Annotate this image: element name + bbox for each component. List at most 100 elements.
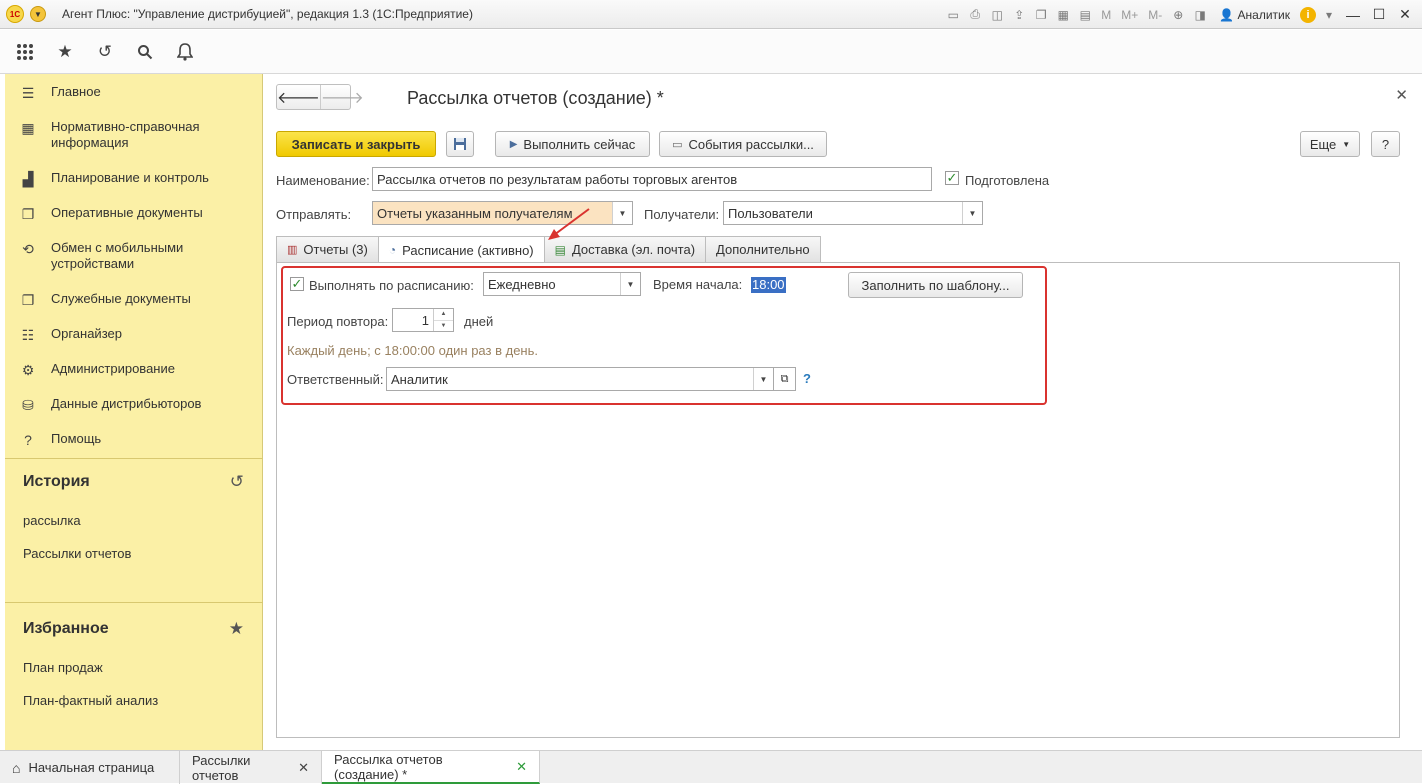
- run-now-label: Выполнить сейчас: [523, 136, 636, 152]
- start-time-label: Время начала:: [653, 277, 743, 292]
- prepared-checkbox[interactable]: ✓: [945, 171, 959, 185]
- mailing-events-button[interactable]: ▭ События рассылки...: [659, 131, 827, 157]
- close-icon[interactable]: ✕: [298, 760, 309, 776]
- history-link[interactable]: Рассылки отчетов: [23, 546, 131, 561]
- close-icon[interactable]: ✕: [1395, 86, 1408, 104]
- sidebar-item-label: Помощь: [51, 431, 102, 446]
- run-now-button[interactable]: ▶ Выполнить сейчас: [495, 131, 650, 157]
- memory-plus-button[interactable]: M+: [1118, 8, 1141, 22]
- sidebar-item-label: Органайзер: [51, 326, 122, 341]
- apps-grid-icon[interactable]: [14, 41, 36, 63]
- sidebar-item-planning[interactable]: ▟ Планирование и контроль: [5, 170, 263, 188]
- save-icon[interactable]: ▭: [944, 6, 962, 24]
- annotation-arrow-icon: [548, 208, 590, 240]
- chevron-down-icon: ▼: [1342, 139, 1351, 149]
- events-icon: ▭: [672, 138, 683, 151]
- user-name[interactable]: 👤 Аналитик: [1213, 8, 1296, 22]
- memory-button[interactable]: M: [1098, 8, 1114, 22]
- sidebar: ☰ Главное ▦ Нормативно-справочная информ…: [5, 74, 263, 750]
- sidebar-item-service-docs[interactable]: ❐ Служебные документы: [5, 291, 263, 309]
- tab-report-mailings[interactable]: Рассылки отчетов ✕: [180, 751, 322, 784]
- upload-icon[interactable]: ⇪: [1010, 6, 1028, 24]
- chevron-down-icon[interactable]: ▾: [1320, 6, 1338, 24]
- close-icon[interactable]: ✕: [516, 759, 527, 775]
- favorite-link[interactable]: План-фактный анализ: [23, 693, 158, 708]
- memory-minus-button[interactable]: M-: [1145, 8, 1165, 22]
- maximize-button[interactable]: ☐: [1368, 5, 1390, 25]
- close-window-button[interactable]: ✕: [1394, 5, 1416, 25]
- info-icon[interactable]: i: [1300, 6, 1316, 23]
- open-icon: ⧉: [780, 372, 789, 385]
- frequency-value: Ежедневно: [488, 276, 556, 292]
- sidebar-item-label: Оперативные документы: [51, 205, 203, 220]
- preview-icon[interactable]: ◫: [988, 6, 1006, 24]
- play-icon: ▶: [509, 138, 518, 150]
- chevron-down-icon[interactable]: ▼: [612, 202, 632, 224]
- window-title: Агент Плюс: "Управление дистрибуцией", р…: [62, 7, 473, 21]
- sidebar-item-administration[interactable]: ⚙ Администрирование: [5, 361, 263, 379]
- save-and-close-button[interactable]: Записать и закрыть: [276, 131, 436, 157]
- history-icon[interactable]: ↺: [230, 472, 244, 492]
- tab-schedule[interactable]: ◔ Расписание (активно): [377, 236, 545, 263]
- period-value: 1: [421, 312, 429, 328]
- sidebar-item-reference[interactable]: ▦ Нормативно-справочная информация: [5, 119, 263, 151]
- sidebar-item-operational-docs[interactable]: ❐ Оперативные документы: [5, 205, 263, 223]
- help-button[interactable]: ?: [1371, 131, 1400, 157]
- tab-reports[interactable]: ▥ Отчеты (3): [276, 236, 379, 262]
- history-link[interactable]: рассылка: [23, 513, 81, 528]
- frequency-select[interactable]: Ежедневно ▼: [483, 272, 641, 296]
- sidebar-item-label: Данные дистрибьюторов: [51, 396, 202, 411]
- organizer-icon: ☷: [21, 327, 35, 343]
- sidebar-item-label: Главное: [51, 84, 101, 99]
- recipients-select[interactable]: Пользователи ▼: [723, 201, 983, 225]
- star-icon[interactable]: ★: [54, 41, 76, 63]
- chevron-down-icon[interactable]: ▼: [753, 368, 773, 390]
- chevron-down-icon[interactable]: ▼: [962, 202, 982, 224]
- star-icon[interactable]: ★: [229, 619, 244, 639]
- chevron-down-icon[interactable]: ▼: [434, 321, 453, 332]
- print-icon[interactable]: ⎙: [966, 6, 984, 24]
- more-button[interactable]: Еще ▼: [1300, 131, 1360, 157]
- copy-icon[interactable]: ❐: [1032, 6, 1050, 24]
- calendar-icon[interactable]: ▤: [1076, 6, 1094, 24]
- period-unit: дней: [464, 314, 494, 329]
- sidebar-item-distributor-data[interactable]: ⛁ Данные дистрибьюторов: [5, 396, 263, 414]
- responsible-value: Аналитик: [391, 371, 448, 387]
- search-icon[interactable]: [134, 41, 156, 63]
- tab-label: Начальная страница: [28, 760, 155, 775]
- spinner[interactable]: ▲ ▼: [433, 309, 453, 331]
- tab-additional[interactable]: Дополнительно: [705, 236, 821, 262]
- fill-by-template-button[interactable]: Заполнить по шаблону...: [848, 272, 1023, 298]
- panels-icon[interactable]: ◨: [1191, 6, 1209, 24]
- chevron-down-icon[interactable]: ▼: [620, 273, 640, 295]
- minimize-button[interactable]: —: [1342, 5, 1364, 25]
- calculator-icon[interactable]: ▦: [1054, 6, 1072, 24]
- tab-mailing-create[interactable]: Рассылка отчетов (создание) * ✕: [322, 751, 540, 784]
- start-time-field[interactable]: 18:00: [751, 277, 786, 293]
- responsible-help-icon[interactable]: ?: [803, 371, 811, 386]
- sidebar-item-main[interactable]: ☰ Главное: [5, 84, 263, 102]
- sidebar-item-label: Администрирование: [51, 361, 175, 376]
- open-responsible-button[interactable]: ⧉: [773, 367, 796, 391]
- responsible-select[interactable]: Аналитик ▼: [386, 367, 774, 391]
- zoom-icon[interactable]: ⊕: [1169, 6, 1187, 24]
- sidebar-item-help[interactable]: ? Помощь: [5, 431, 263, 448]
- period-stepper[interactable]: 1 ▲ ▼: [392, 308, 454, 332]
- save-button[interactable]: [446, 131, 474, 157]
- name-label: Наименование:: [276, 173, 370, 188]
- sidebar-item-organizer[interactable]: ☷ Органайзер: [5, 326, 263, 344]
- chevron-up-icon[interactable]: ▲: [434, 309, 453, 321]
- name-field[interactable]: Рассылка отчетов по результатам работы т…: [372, 167, 932, 191]
- open-windows-bar: ⌂ Начальная страница Рассылки отчетов ✕ …: [0, 750, 1422, 784]
- forward-arrow-icon[interactable]: 🡒: [321, 85, 364, 109]
- main-menu-icon[interactable]: ▼: [30, 6, 46, 22]
- run-on-schedule-checkbox[interactable]: ✓: [290, 277, 304, 291]
- back-arrow-icon[interactable]: 🡐: [277, 85, 321, 109]
- favorite-link[interactable]: План продаж: [23, 660, 103, 675]
- bell-icon[interactable]: [174, 41, 196, 63]
- tab-home-page[interactable]: ⌂ Начальная страница: [0, 751, 180, 784]
- tab-label: Отчеты (3): [303, 242, 368, 257]
- sidebar-item-mobile-exchange[interactable]: ⟲ Обмен с мобильными устройствами: [5, 240, 263, 272]
- history-icon[interactable]: ↺: [94, 41, 116, 63]
- 1c-logo-icon: 1С: [6, 5, 24, 23]
